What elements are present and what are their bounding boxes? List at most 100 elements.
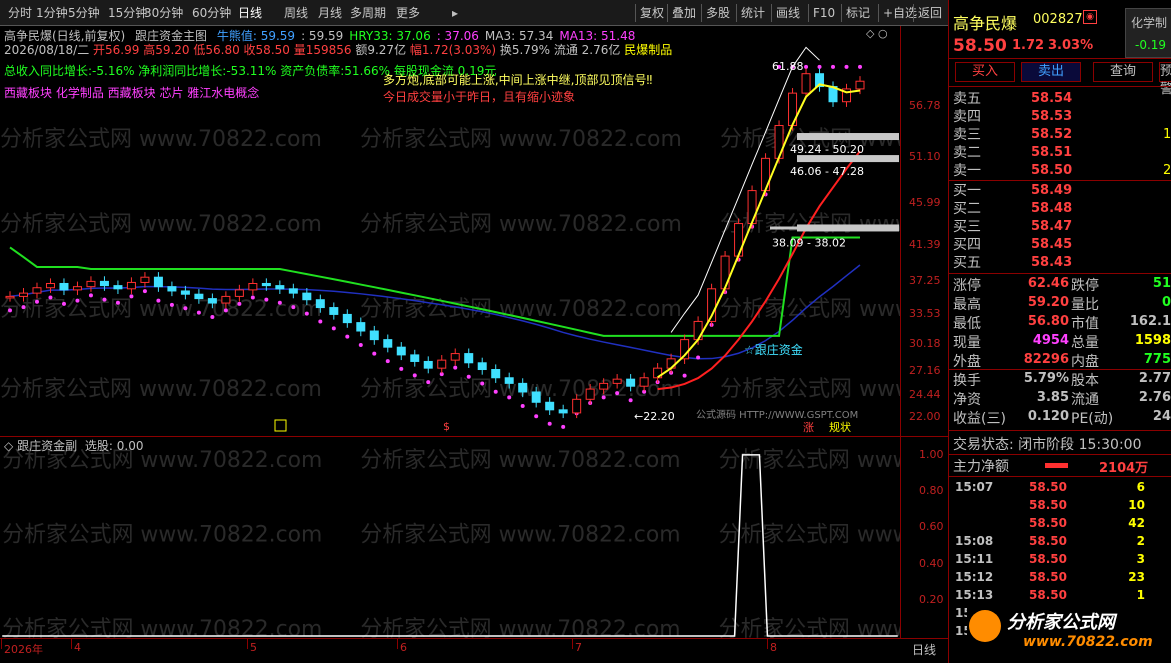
stat-value: 0.120 [1027,409,1069,424]
main-flow-label: 主力净额 [953,459,1009,475]
trade-button-0[interactable]: 买入 [955,62,1015,82]
sar-dot [615,391,620,396]
toolbar-button-1[interactable]: 叠加 [672,4,696,22]
concept-line: 西藏板块 化学制品 西藏板块 芯片 雅江水电概念 [4,86,260,100]
candle-body [126,281,136,290]
toolbar-button-6[interactable]: 标记 [846,4,870,22]
ohlc-field-8: 换5.79% [496,43,551,57]
tick-time: 15:13 [955,588,994,602]
period-tab-4[interactable]: 30分钟 [144,4,183,22]
toolbar-button-8[interactable]: 返回 [918,4,942,22]
sar-dot [331,326,336,331]
ask-volume: 2 [1163,163,1171,178]
watermark: 分析家公式网 www.70822.com [360,127,682,152]
signal-note-2: 今日成交量小于昨日，且有缩小迹象 [383,90,576,104]
stat-label: 涨停 [953,278,981,294]
watermark: 分析家公式网 www.70822.com [360,522,680,547]
candle-body [396,346,406,356]
candle-body [234,289,244,297]
tick-time: 15:08 [955,534,994,548]
stat-value: 1598 [1134,333,1171,348]
event-marker-icon[interactable] [274,419,287,432]
settings-icon[interactable]: ◇ ○ [866,27,888,40]
date-label: 5 [250,641,257,654]
price-axis-label: 27.16 [909,364,941,377]
sar-dot [372,351,377,356]
trade-button-1[interactable]: 卖出 [1021,62,1081,82]
toolbar-separator [701,4,702,22]
sar-dot [399,366,404,371]
candle-body [477,362,487,371]
ask-price: 58.51 [1031,145,1073,160]
price-axis-label: 51.10 [909,150,941,163]
sub-axis-label: 0.60 [919,520,944,533]
sar-dot [547,421,552,426]
divider [949,454,1171,455]
last-price: 58.50 [953,36,1007,56]
divider [949,476,1171,477]
toolbar-button-4[interactable]: 画线 [776,4,800,22]
bell-icon[interactable]: ◉ [1083,10,1097,24]
high-label: 61.88 [772,60,804,73]
period-tab-1[interactable]: 1分钟 [36,4,68,22]
sar-dot [696,355,701,360]
sar-dot [304,311,309,316]
candle-body [558,409,568,414]
ask-label: 卖一 [953,163,981,179]
bid-price: 58.45 [1031,237,1073,252]
tick-time: 15:12 [955,570,994,584]
watermark: 分析家公式网 www.70822.com [0,297,322,322]
tick-volume: 3 [1136,552,1145,566]
sar-dot [412,373,417,378]
period-tab-9[interactable]: 多周期 [350,4,386,22]
toolbar-button-5[interactable]: F10 [813,4,835,22]
date-tick [572,639,573,649]
bid-level-1: 买二 58.48 [949,200,1171,218]
ask-price: 58.54 [1031,91,1073,106]
period-tab-7[interactable]: 周线 [284,4,308,22]
bid-price: 58.43 [1031,255,1073,270]
sub-axis: 1.00 0.80 0.60 0.40 0.20 [900,436,948,638]
date-tick [397,639,398,649]
candle-body [531,391,541,403]
signal-label: ☆跟庄资金 [744,342,803,357]
sar-dot [480,381,485,386]
toolbar-button-7[interactable]: +自选 [883,4,917,22]
logo-mark-icon [969,610,1001,642]
sar-dot [817,64,822,69]
dividend-marker-icon[interactable]: $ [443,420,450,433]
pressure-zone-label: 46.06 - 47.28 [790,165,864,178]
toolbar-separator [841,4,842,22]
candle-body [369,330,379,341]
period-tab-6[interactable]: 日线 [238,4,262,22]
period-tab-10[interactable]: 更多 [396,4,420,22]
stat-label: 内盘 [1071,354,1099,370]
dropdown-icon[interactable]: ▸ [452,4,458,22]
watermark: 分析家公式网 www.70822.com [360,617,680,638]
date-tick [767,639,768,649]
period-tab-0[interactable]: 分时 [8,4,32,22]
sar-dot [520,403,525,408]
source-label: 公式源码 HTTP://WWW.GSPT.COM [696,408,858,421]
period-tab-5[interactable]: 60分钟 [192,4,231,22]
stat-label: 股本 [1071,373,1099,389]
period-tab-2[interactable]: 5分钟 [68,4,100,22]
toolbar-button-2[interactable]: 多股 [706,4,730,22]
sar-dot [129,294,134,299]
period-label[interactable]: 日线 [912,641,936,658]
price-axis-label: 24.44 [909,388,941,401]
period-tab-3[interactable]: 15分钟 [108,4,147,22]
trade-button-3[interactable]: 预警 [1159,62,1171,97]
sar-dot [804,64,809,69]
candle-body [518,382,528,393]
watermark: 分析家公式网 www.70822.com [719,448,900,473]
signal-marker: 规状 [829,420,851,434]
period-tab-8[interactable]: 月线 [318,4,342,22]
toolbar-button-0[interactable]: 复权 [640,4,664,22]
toolbar-button-3[interactable]: 统计 [741,4,765,22]
ohlc-field-2: 高59.20 [139,43,190,57]
tick-volume: 2 [1136,534,1145,548]
ask-level-0: 卖五 58.54 [949,90,1171,108]
stat-value: 3.85 [1036,390,1069,405]
trade-button-2[interactable]: 查询 [1093,62,1153,82]
